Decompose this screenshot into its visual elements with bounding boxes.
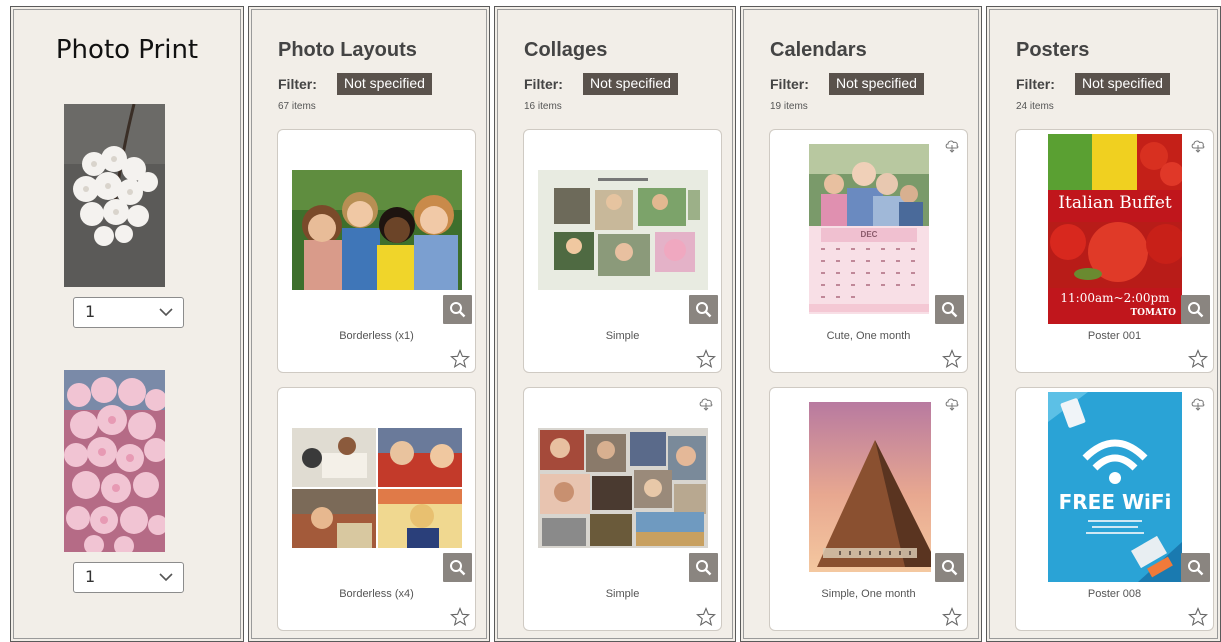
magnifier-icon xyxy=(1188,560,1204,576)
zoom-button[interactable] xyxy=(689,553,718,582)
template-thumbnail xyxy=(538,170,708,290)
star-outline-icon[interactable] xyxy=(1188,607,1208,627)
cloud-download-icon xyxy=(945,398,959,411)
template-label: Simple xyxy=(605,330,640,342)
chevron-down-icon xyxy=(159,308,173,317)
star-outline-icon[interactable] xyxy=(1188,349,1208,369)
magnifier-icon xyxy=(696,302,712,318)
quantity-select-2[interactable]: 1 xyxy=(73,562,184,593)
quantity-select-1[interactable]: 1 xyxy=(73,297,184,328)
magnifier-icon xyxy=(696,560,712,576)
template-label: Cute, One month xyxy=(826,330,911,342)
posters-panel: Posters Filter: Not specified 24 items I… xyxy=(986,6,1221,642)
filter-button[interactable]: Not specified xyxy=(829,73,924,95)
magnifier-icon xyxy=(450,560,466,576)
magnifier-icon xyxy=(942,302,958,318)
magnifier-icon xyxy=(942,560,958,576)
item-count: 67 items xyxy=(278,101,316,112)
calendars-panel: Calendars Filter: Not specified 19 items… xyxy=(740,6,982,642)
poster-title: Italian Buffet xyxy=(1058,193,1172,213)
chevron-down-icon xyxy=(159,573,173,582)
zoom-button[interactable] xyxy=(443,295,472,324)
template-label: Borderless (x1) xyxy=(339,330,414,342)
template-card[interactable]: FREE WiFi Poster 008 xyxy=(1015,387,1214,631)
template-label: Simple xyxy=(605,588,640,600)
filter-button[interactable]: Not specified xyxy=(337,73,432,95)
zoom-button[interactable] xyxy=(935,553,964,582)
filter-label: Filter: xyxy=(1016,76,1055,92)
category-title: Calendars xyxy=(770,39,867,61)
item-count: 24 items xyxy=(1016,101,1054,112)
template-thumbnail xyxy=(538,428,708,548)
star-outline-icon[interactable] xyxy=(450,349,470,369)
template-thumbnail: DEC xyxy=(809,144,929,314)
zoom-button[interactable] xyxy=(443,553,472,582)
zoom-button[interactable] xyxy=(1181,295,1210,324)
quantity-value: 1 xyxy=(85,567,96,586)
zoom-button[interactable] xyxy=(1181,553,1210,582)
zoom-button[interactable] xyxy=(689,295,718,324)
category-title: Posters xyxy=(1016,39,1090,61)
cloud-download-icon xyxy=(1191,398,1205,411)
template-thumbnail xyxy=(809,402,931,572)
template-card[interactable]: Italian Buffet 11:00am~2:00pm TOMATO Pos… xyxy=(1015,129,1214,373)
photo-print-title: Photo Print xyxy=(55,35,199,65)
poster-brand: TOMATO xyxy=(1130,308,1176,318)
template-card[interactable]: Borderless (x1) xyxy=(277,129,476,373)
photo-thumbnail-white-blossom[interactable] xyxy=(64,103,165,287)
quantity-value: 1 xyxy=(85,302,96,321)
zoom-button[interactable] xyxy=(935,295,964,324)
filter-button[interactable]: Not specified xyxy=(1075,73,1170,95)
poster-time: 11:00am~2:00pm xyxy=(1060,291,1170,305)
filter-button[interactable]: Not specified xyxy=(583,73,678,95)
template-thumbnail xyxy=(292,428,462,548)
magnifier-icon xyxy=(450,302,466,318)
star-outline-icon[interactable] xyxy=(696,349,716,369)
template-label: Simple, One month xyxy=(821,588,916,600)
cloud-download-icon xyxy=(699,398,713,411)
category-title: Collages xyxy=(524,39,608,61)
star-outline-icon[interactable] xyxy=(696,607,716,627)
cloud-download-icon xyxy=(945,140,959,153)
filter-label: Filter: xyxy=(524,76,563,92)
item-count: 16 items xyxy=(524,101,562,112)
template-card[interactable]: DEC Cute, One month xyxy=(769,129,968,373)
template-label: Borderless (x4) xyxy=(339,588,414,600)
template-thumbnail: Italian Buffet 11:00am~2:00pm TOMATO xyxy=(1048,134,1182,324)
photo-print-panel: Photo Print 1 1 xyxy=(10,6,244,642)
template-label: Poster 008 xyxy=(1087,588,1142,600)
cloud-download-icon xyxy=(1191,140,1205,153)
template-card[interactable]: Borderless (x4) xyxy=(277,387,476,631)
template-card[interactable]: Simple, One month xyxy=(769,387,968,631)
template-card[interactable]: Simple xyxy=(523,387,722,631)
collages-panel: Collages Filter: Not specified 16 items … xyxy=(494,6,736,642)
poster-title: FREE WiFi xyxy=(1058,490,1172,514)
star-outline-icon[interactable] xyxy=(450,607,470,627)
item-count: 19 items xyxy=(770,101,808,112)
filter-label: Filter: xyxy=(278,76,317,92)
photo-thumbnail-pink-blossom[interactable] xyxy=(64,370,168,556)
template-label: Poster 001 xyxy=(1087,330,1142,342)
template-thumbnail xyxy=(292,170,462,290)
star-outline-icon[interactable] xyxy=(942,607,962,627)
template-card[interactable]: Simple xyxy=(523,129,722,373)
category-title: Photo Layouts xyxy=(278,39,417,61)
magnifier-icon xyxy=(1188,302,1204,318)
star-outline-icon[interactable] xyxy=(942,349,962,369)
photo-layouts-panel: Photo Layouts Filter: Not specified 67 i… xyxy=(248,6,490,642)
template-thumbnail: FREE WiFi xyxy=(1048,392,1182,582)
calendar-month: DEC xyxy=(860,230,878,239)
filter-label: Filter: xyxy=(770,76,809,92)
